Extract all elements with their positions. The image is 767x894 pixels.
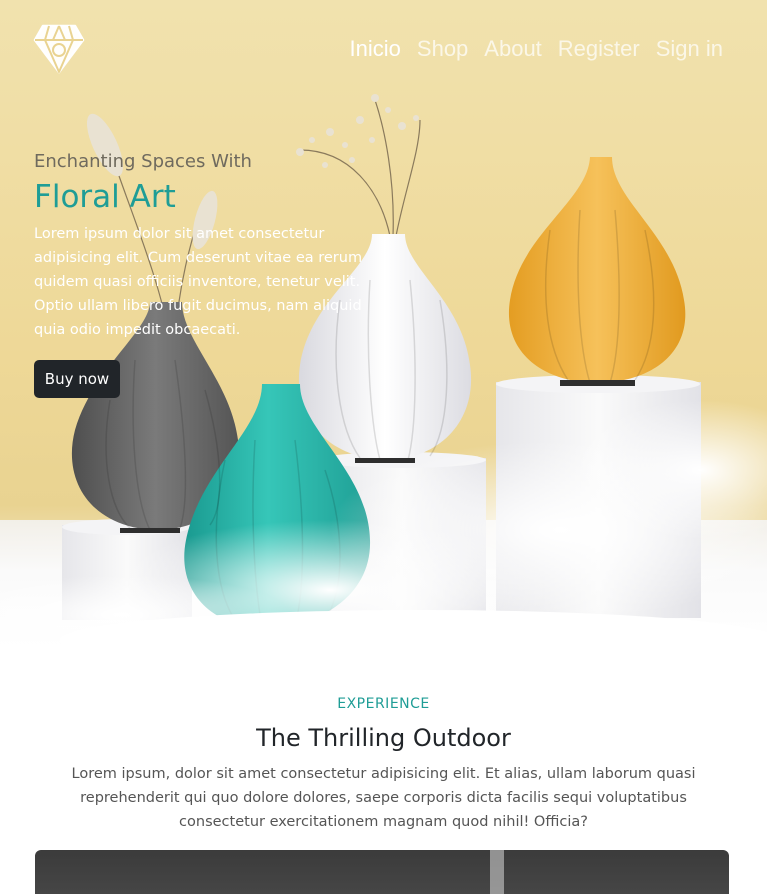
- hero-text-block: Enchanting Spaces With Floral Art Lorem …: [34, 150, 364, 342]
- preview-image: [35, 850, 729, 894]
- vase-white-base: [355, 458, 415, 463]
- buy-now-button[interactable]: Buy now: [34, 360, 120, 398]
- nav-link-inicio[interactable]: Inicio: [350, 34, 401, 64]
- vase-gray-base: [120, 528, 180, 533]
- hero-subtitle: Enchanting Spaces With: [34, 151, 252, 172]
- section-title: The Thrilling Outdoor: [256, 724, 511, 752]
- nav-link-register[interactable]: Register: [558, 34, 640, 64]
- nav-link-sign-in[interactable]: Sign in: [656, 34, 723, 64]
- diamond-icon[interactable]: [33, 22, 85, 74]
- vase-neck-shape: [490, 850, 504, 894]
- hero-section: Inicio Shop About Register Sign in Encha…: [0, 0, 767, 648]
- section-description: Lorem ipsum, dolor sit amet consectetur …: [71, 766, 696, 830]
- hero-description: Lorem ipsum dolor sit amet consectetur a…: [34, 226, 363, 338]
- hero-title: Floral Art: [34, 179, 176, 215]
- nav-links: Inicio Shop About Register Sign in: [350, 34, 723, 64]
- vase-yellow: [508, 157, 686, 383]
- nav-link-about[interactable]: About: [484, 34, 542, 64]
- section-eyebrow: EXPERIENCE: [337, 696, 430, 712]
- navbar: Inicio Shop About Register Sign in: [0, 0, 767, 100]
- vase-yellow-base: [560, 380, 635, 386]
- nav-link-shop[interactable]: Shop: [417, 34, 468, 64]
- experience-section: EXPERIENCE The Thrilling Outdoor Lorem i…: [0, 648, 767, 894]
